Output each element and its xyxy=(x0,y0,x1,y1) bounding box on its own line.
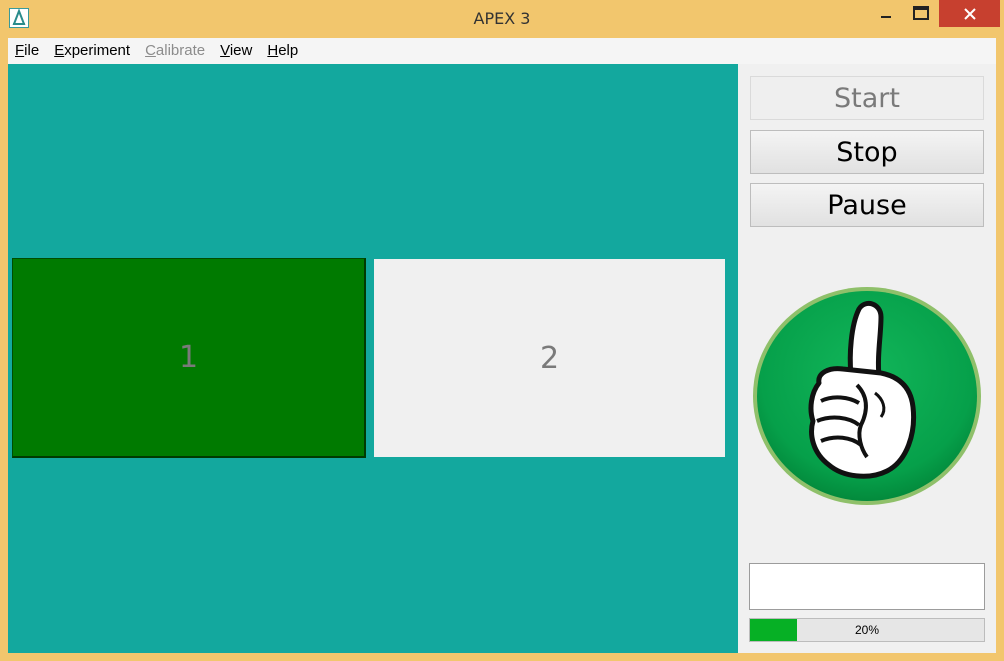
answer-button-1-label: 1 xyxy=(178,340,199,375)
progress-bar: 20% xyxy=(749,618,985,642)
menu-file[interactable]: File xyxy=(8,38,47,64)
apex-window: APEX 3 File Experiment Calibrate View He… xyxy=(0,0,1004,661)
minimize-icon xyxy=(881,16,891,18)
answer-button-1[interactable]: 1 xyxy=(12,258,366,458)
pause-button[interactable]: Pause xyxy=(750,183,984,227)
experiment-screen: 1 2 xyxy=(8,64,738,653)
start-button[interactable]: Start xyxy=(750,76,984,120)
progress-text: 20% xyxy=(854,623,880,637)
minimize-button[interactable] xyxy=(872,0,900,26)
control-panel: Start Stop Pause 20% xyxy=(738,64,996,653)
title-bar[interactable]: APEX 3 xyxy=(0,0,1004,37)
menu-view[interactable]: View xyxy=(213,38,260,64)
maximize-button[interactable] xyxy=(904,0,938,26)
window-title: APEX 3 xyxy=(473,9,531,28)
menu-experiment[interactable]: Experiment xyxy=(47,38,138,64)
maximize-icon xyxy=(913,6,929,20)
menu-bar: File Experiment Calibrate View Help xyxy=(8,38,996,64)
close-icon xyxy=(963,7,976,20)
stop-button[interactable]: Stop xyxy=(750,130,984,174)
thumbs-up-icon xyxy=(751,285,983,507)
answer-button-2-label: 2 xyxy=(539,340,560,376)
menu-calibrate[interactable]: Calibrate xyxy=(138,38,213,64)
menu-help[interactable]: Help xyxy=(260,38,306,64)
status-message-box xyxy=(749,563,985,610)
answer-button-2[interactable]: 2 xyxy=(374,259,725,457)
close-button[interactable] xyxy=(939,0,1000,27)
